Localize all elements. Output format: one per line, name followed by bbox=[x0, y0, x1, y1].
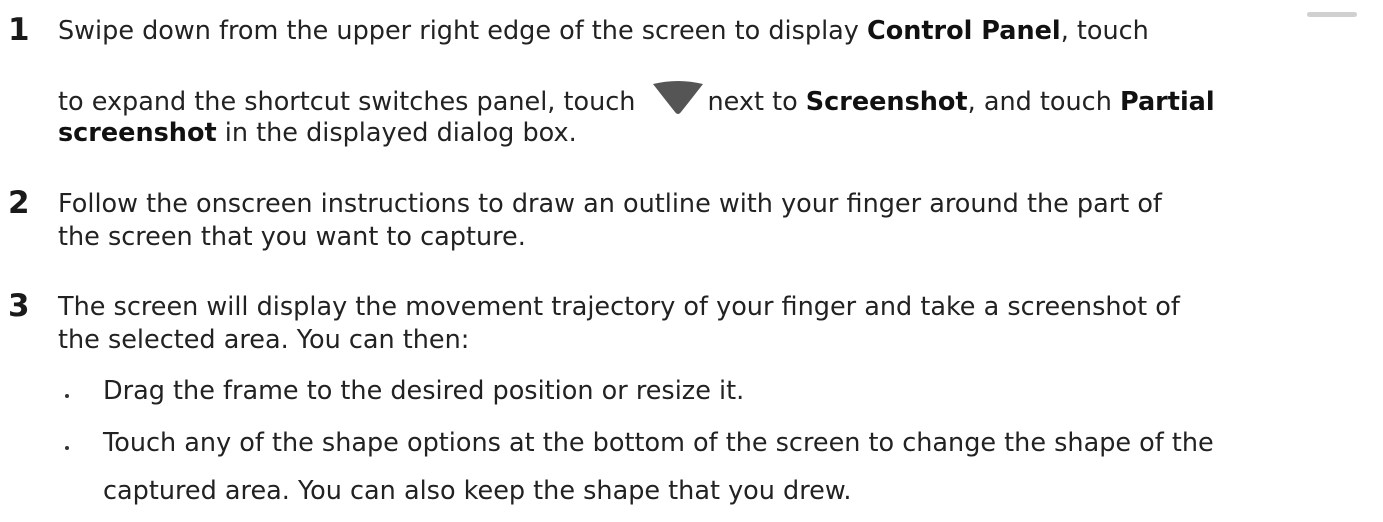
step-number: 1 bbox=[8, 12, 30, 48]
step-2-line-1: Follow the onscreen instructions to draw… bbox=[58, 189, 1162, 219]
bullet-item: Drag the frame to the desired position o… bbox=[103, 376, 745, 406]
dropdown-triangle-icon bbox=[653, 81, 704, 114]
control-panel-term: Control Panel bbox=[866, 16, 1061, 46]
step-text: , and touch bbox=[967, 87, 1120, 117]
step-number: 3 bbox=[8, 288, 30, 324]
screenshot-term: Screenshot bbox=[805, 87, 968, 117]
step-1-line-2: to expand the shortcut switches panel, t… bbox=[58, 78, 1215, 118]
step-text: , touch bbox=[1060, 16, 1149, 46]
step-1-line-3: screenshot in the displayed dialog box. bbox=[58, 118, 577, 148]
partial-term: Partial bbox=[1119, 87, 1215, 117]
bullet-icon bbox=[65, 394, 69, 398]
step-text: in the displayed dialog box. bbox=[216, 118, 577, 148]
step-text: to expand the shortcut switches panel, t… bbox=[58, 87, 636, 117]
step-number: 2 bbox=[8, 185, 30, 221]
step-3-line-2: the selected area. You can then: bbox=[58, 325, 470, 355]
step-1-line-1: Swipe down from the upper right edge of … bbox=[58, 16, 1149, 46]
step-2-line-2: the screen that you want to capture. bbox=[58, 222, 526, 252]
bullet-item: Touch any of the shape options at the bo… bbox=[103, 428, 1214, 458]
step-text: next to bbox=[707, 87, 806, 117]
expand-bar-icon bbox=[1307, 12, 1357, 17]
bullet-item-continued: captured area. You can also keep the sha… bbox=[103, 476, 852, 506]
bullet-icon bbox=[65, 446, 69, 450]
step-3-line-1: The screen will display the movement tra… bbox=[58, 292, 1180, 322]
screenshot-term: screenshot bbox=[58, 118, 217, 148]
step-text: Swipe down from the upper right edge of … bbox=[58, 16, 867, 46]
